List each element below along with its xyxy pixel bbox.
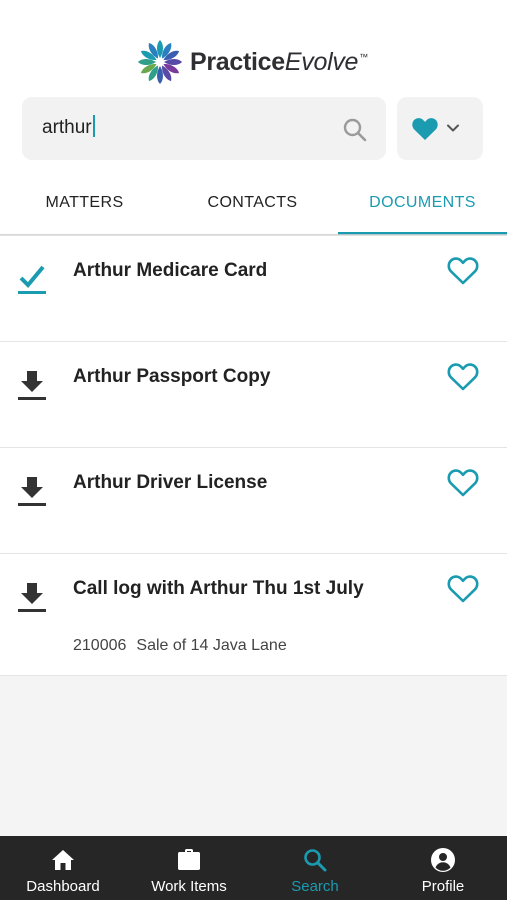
list-item[interactable]: Arthur Passport Copy <box>0 342 507 448</box>
search-icon <box>304 849 327 872</box>
download-icon[interactable] <box>16 368 48 402</box>
nav-work-items[interactable]: Work Items <box>126 836 252 900</box>
app-header: PracticeEvolve™ arthur MATTERS CONTACTS … <box>0 0 507 235</box>
download-icon[interactable] <box>16 580 48 614</box>
matter-name: Sale of 14 Java Lane <box>136 637 287 654</box>
nav-label: Dashboard <box>26 878 100 895</box>
search-icon[interactable] <box>342 117 368 143</box>
bottom-navigation: Dashboard Work Items Search Profile <box>0 836 507 900</box>
search-query: arthur <box>42 117 92 138</box>
document-title: Arthur Passport Copy <box>73 366 271 387</box>
logo-flower-icon <box>138 40 182 84</box>
documents-list: Arthur Medicare Card Arthur Passport Cop… <box>0 236 507 676</box>
practice-evolve-logo: PracticeEvolve™ <box>136 38 368 86</box>
nav-dashboard[interactable]: Dashboard <box>0 836 126 900</box>
chevron-down-icon <box>447 124 459 132</box>
list-item[interactable]: Arthur Medicare Card <box>0 236 507 342</box>
list-item[interactable]: Arthur Driver License <box>0 448 507 554</box>
matter-number: 210006 <box>73 637 127 654</box>
tab-documents[interactable]: DOCUMENTS <box>338 182 507 235</box>
text-caret <box>92 115 95 138</box>
heart-outline-icon[interactable] <box>447 362 479 392</box>
heart-outline-icon[interactable] <box>447 256 479 286</box>
check-downloaded-icon[interactable] <box>16 262 48 296</box>
heart-filled-icon <box>412 118 438 140</box>
logo-wordmark: PracticeEvolve™ <box>190 48 368 77</box>
search-tabs: MATTERS CONTACTS DOCUMENTS <box>0 182 507 235</box>
document-title: Arthur Medicare Card <box>73 260 268 281</box>
nav-profile[interactable]: Profile <box>380 836 506 900</box>
tab-contacts[interactable]: CONTACTS <box>168 182 337 235</box>
document-title: Arthur Driver License <box>73 472 268 493</box>
briefcase-icon <box>178 849 200 870</box>
list-item[interactable]: Call log with Arthur Thu 1st July 210006… <box>0 554 507 676</box>
heart-outline-icon[interactable] <box>447 468 479 498</box>
search-input[interactable]: arthur <box>22 97 386 160</box>
logo-word-evolve: Evolve <box>284 47 359 76</box>
nav-label: Profile <box>421 878 465 895</box>
document-matter: 210006 Sale of 14 Java Lane <box>73 637 287 655</box>
heart-outline-icon[interactable] <box>447 574 479 604</box>
nav-label: Work Items <box>151 878 227 895</box>
logo-trademark: ™ <box>359 52 368 63</box>
logo-word-practice: Practice <box>190 47 285 76</box>
favourites-filter-dropdown[interactable] <box>397 97 483 160</box>
tab-matters[interactable]: MATTERS <box>0 182 169 235</box>
profile-icon <box>431 848 455 872</box>
nav-label: Search <box>291 878 339 895</box>
download-icon[interactable] <box>16 474 48 508</box>
home-icon <box>52 850 74 870</box>
document-title: Call log with Arthur Thu 1st July <box>73 578 364 599</box>
nav-search[interactable]: Search <box>252 836 378 900</box>
search-input-text[interactable]: arthur <box>42 115 95 139</box>
